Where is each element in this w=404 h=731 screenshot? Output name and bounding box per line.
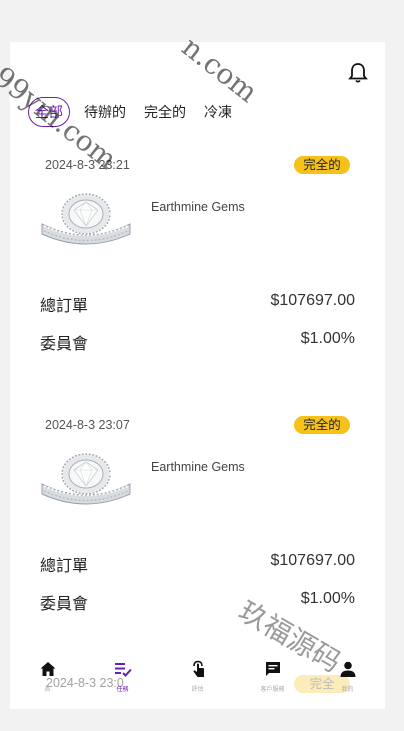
commission-label: 委員會: [40, 596, 89, 613]
total-value: $107697.00: [270, 292, 355, 309]
order-filter-tabs: 全部 待辦的 完全的 冷凍: [28, 96, 250, 128]
nav-home[interactable]: 首: [10, 652, 85, 709]
chat-icon: [265, 662, 280, 676]
app-screen: 全部 待辦的 完全的 冷凍 2024-8-3 23:21 完全的 Earthmi…: [10, 42, 385, 709]
nav-tasks[interactable]: 任務: [85, 652, 160, 709]
merchant-name: Earthmine Gems: [151, 460, 245, 474]
tab-all[interactable]: 全部: [28, 97, 70, 127]
nav-label: 首: [44, 687, 51, 693]
status-badge: 完全的: [294, 416, 350, 434]
bell-icon[interactable]: [348, 62, 368, 84]
total-label: 總訂單: [40, 298, 89, 315]
order-card[interactable]: 2024-8-3 23:21 完全的 Earthmine Gems 總訂單 $1…: [10, 156, 385, 388]
ring-image: [41, 193, 131, 245]
nav-customer-service[interactable]: 客戶服務: [235, 652, 310, 709]
nav-label: 評估: [191, 687, 204, 693]
order-date: 2024-8-3 23:21: [45, 158, 130, 172]
bottom-nav: 首 任務 評估 客戶服務 我的: [10, 652, 385, 709]
commission-value: $1.00%: [300, 590, 355, 607]
nav-label: 我的: [341, 687, 354, 693]
commission-label: 委員會: [40, 336, 89, 353]
user-icon: [340, 661, 355, 677]
ring-image: [41, 453, 131, 505]
total-value: $107697.00: [270, 552, 355, 569]
nav-evaluate[interactable]: 評估: [160, 652, 235, 709]
task-list-icon: [114, 663, 132, 677]
merchant-name: Earthmine Gems: [151, 200, 245, 214]
order-card[interactable]: 2024-8-3 23:07 完全的 Earthmine Gems 總訂單 $1…: [10, 416, 385, 648]
nav-profile[interactable]: 我的: [310, 652, 385, 709]
nav-label: 客戶服務: [260, 687, 285, 693]
home-icon: [40, 662, 55, 676]
tap-icon: [192, 660, 204, 677]
total-label: 總訂單: [40, 558, 89, 575]
tab-pending[interactable]: 待辦的: [84, 98, 126, 126]
tab-completed[interactable]: 完全的: [144, 98, 186, 126]
status-badge: 完全的: [294, 156, 350, 174]
nav-label: 任務: [116, 687, 129, 693]
commission-value: $1.00%: [300, 330, 355, 347]
tab-frozen[interactable]: 冷凍: [204, 98, 232, 126]
order-date: 2024-8-3 23:07: [45, 418, 130, 432]
